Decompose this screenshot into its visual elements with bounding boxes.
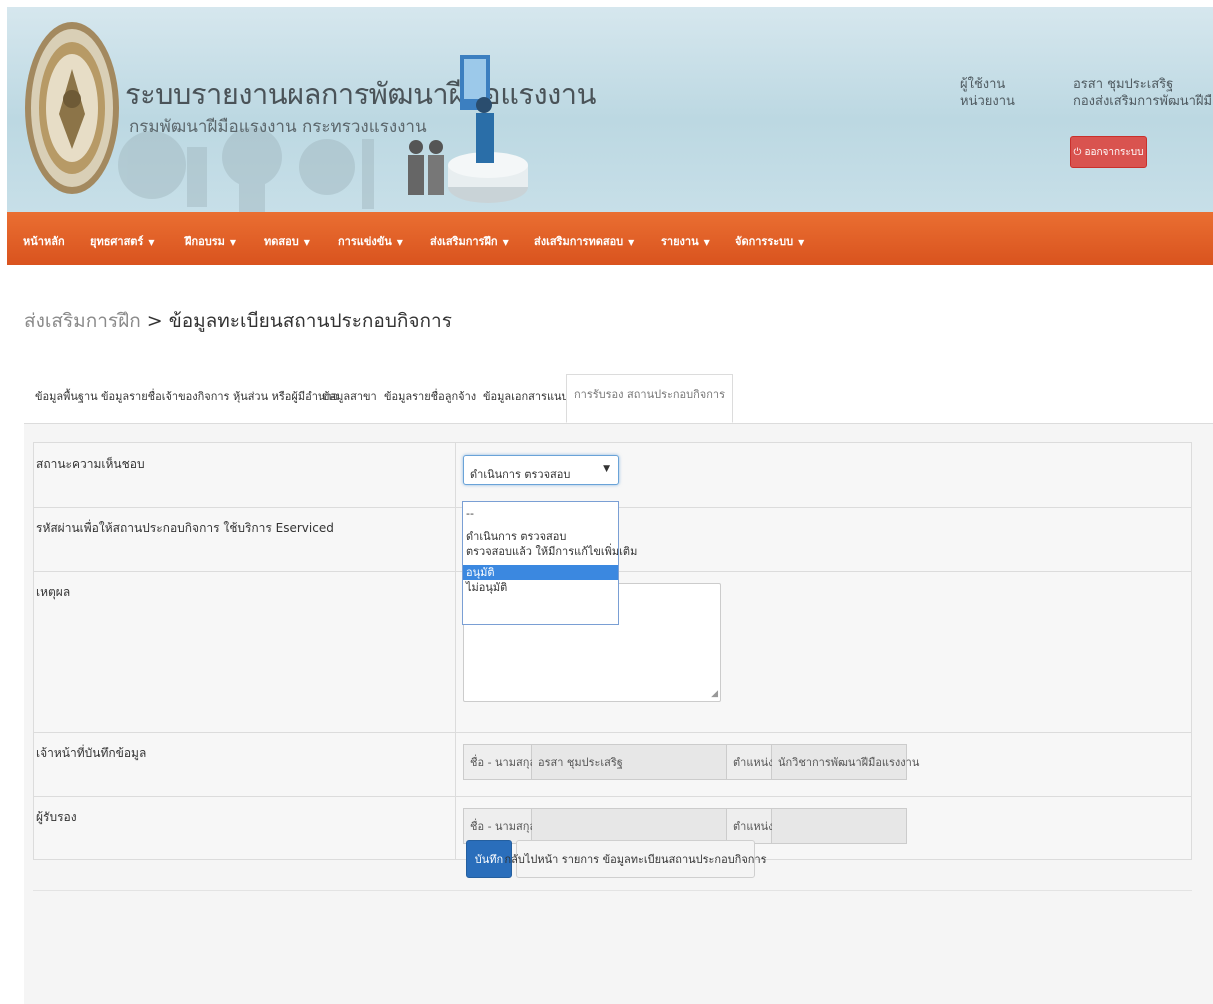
status-label: สถานะความเห็นชอบ bbox=[34, 443, 456, 507]
form-divider bbox=[33, 890, 1192, 891]
caret-down-icon: ▼ bbox=[148, 238, 155, 247]
caret-down-icon: ▼ bbox=[798, 238, 805, 247]
recorder-value-cell: ชื่อ - นามสกุล อรสา ชุมประเสริฐ ตำแหน่ง … bbox=[457, 732, 1191, 796]
certifier-name-addon: ชื่อ - นามสกุล bbox=[464, 809, 536, 843]
header-banner: ระบบรายงานผลการพัฒนาฝีมือแรงงาน กรมพัฒนา… bbox=[7, 7, 1213, 212]
caret-down-icon: ▼ bbox=[502, 238, 509, 247]
nav-item-competition[interactable]: การแข่งขัน ▼ bbox=[338, 232, 403, 250]
nav-item-testing-promotion[interactable]: ส่งเสริมการทดสอบ ▼ bbox=[534, 232, 634, 250]
department-seal-icon bbox=[25, 22, 119, 194]
status-option[interactable]: ตรวจสอบแล้ว ให้มีการแก้ไขเพิ่มเติม bbox=[463, 544, 637, 559]
recorder-name-addon: ชื่อ - นามสกุล bbox=[464, 745, 536, 779]
user-info-values: อรสา ชุมประเสริฐ กองส่งเสริมการพัฒนาฝีมื… bbox=[1073, 76, 1213, 110]
breadcrumb: ส่งเสริมการฝึก > ข้อมูลทะเบียนสถานประกอบ… bbox=[24, 306, 452, 336]
certifier-position-field bbox=[772, 809, 906, 843]
tab-employees[interactable]: ข้อมูลรายชื่อลูกจ้าง bbox=[384, 387, 476, 405]
nav-item-label: ส่งเสริมการฝึก bbox=[430, 235, 498, 248]
power-icon: ⏻ bbox=[1073, 146, 1082, 158]
user-name: อรสา ชุมประเสริฐ bbox=[1073, 77, 1174, 92]
tab-attachments[interactable]: ข้อมูลเอกสารแนบ bbox=[483, 387, 569, 405]
nav-item-label: ฝึกอบรม bbox=[185, 235, 225, 248]
nav-item-reports[interactable]: รายงาน ▼ bbox=[661, 232, 710, 250]
back-to-list-button[interactable]: กลับไปหน้า รายการ ข้อมูลทะเบียนสถานประกอ… bbox=[504, 840, 767, 878]
recorder-position-addon: ตำแหน่ง bbox=[727, 745, 774, 779]
caret-down-icon: ▼ bbox=[703, 238, 710, 247]
nav-item-label: จัดการระบบ bbox=[735, 235, 794, 248]
nav-item-label: ยุทธศาสตร์ bbox=[90, 235, 144, 248]
password-label: รหัสผ่านเพื่อให้สถานประกอบกิจการ ใช้บริก… bbox=[34, 507, 456, 571]
nav-item-label: ส่งเสริมการทดสอบ bbox=[534, 235, 624, 248]
nav-item-strategy[interactable]: ยุทธศาสตร์ ▼ bbox=[90, 232, 155, 250]
nav-item-home[interactable]: หน้าหลัก bbox=[23, 232, 65, 250]
caret-down-icon: ▼ bbox=[603, 464, 610, 474]
reason-label: เหตุผล bbox=[34, 571, 456, 732]
tab-branches[interactable]: ข้อมูลสาขา bbox=[322, 387, 377, 405]
recorder-name-field: อรสา ชุมประเสริฐ bbox=[532, 745, 727, 779]
form-row-status: สถานะความเห็นชอบ ดำเนินการ ตรวจสอบ ▼ bbox=[34, 443, 1191, 508]
status-option[interactable]: -- bbox=[463, 506, 618, 521]
logout-label: ออกจากระบบ bbox=[1084, 146, 1144, 158]
recorder-info-group: ชื่อ - นามสกุล อรสา ชุมประเสริฐ ตำแหน่ง … bbox=[463, 744, 919, 780]
caret-down-icon: ▼ bbox=[396, 238, 403, 247]
nav-item-label: รายงาน bbox=[661, 235, 699, 248]
status-option[interactable]: ดำเนินการ ตรวจสอบ bbox=[463, 529, 618, 544]
caret-down-icon: ▼ bbox=[303, 238, 310, 247]
tab-basic-info[interactable]: ข้อมูลพื้นฐาน bbox=[35, 387, 98, 405]
certifier-position-addon: ตำแหน่ง bbox=[727, 809, 774, 843]
tab-certification[interactable]: การรับรอง สถานประกอบกิจการ bbox=[566, 374, 733, 423]
presenter-illustration-icon bbox=[408, 55, 528, 203]
tab-bar: ข้อมูลพื้นฐาน ข้อมูลรายชื่อเจ้าของกิจการ… bbox=[24, 374, 1213, 424]
nav-item-testing[interactable]: ทดสอบ ▼ bbox=[264, 232, 310, 250]
resize-grip-icon[interactable]: ◢ bbox=[711, 689, 718, 699]
caret-down-icon: ▼ bbox=[628, 238, 635, 247]
nav-item-label: การแข่งขัน bbox=[338, 235, 392, 248]
status-dropdown-list: -- ดำเนินการ ตรวจสอบ ตรวจสอบแล้ว ให้มีกา… bbox=[462, 501, 637, 625]
nav-item-label: หน้าหลัก bbox=[23, 235, 65, 248]
main-navbar: หน้าหลัก ยุทธศาสตร์ ▼ ฝึกอบรม ▼ ทดสอบ ▼ การ… bbox=[7, 212, 1213, 265]
status-option[interactable]: ไม่อนุมัติ bbox=[463, 580, 618, 595]
certifier-info-group: ชื่อ - นามสกุล ตำแหน่ง bbox=[463, 808, 907, 844]
nav-item-training[interactable]: ฝึกอบรม ▼ bbox=[185, 232, 236, 250]
nav-item-training-promotion[interactable]: ส่งเสริมการฝึก ▼ bbox=[430, 232, 509, 250]
unit-name: กองส่งเสริมการพัฒนาฝีมือแรงงาน bbox=[1073, 94, 1213, 109]
breadcrumb-current: ข้อมูลทะเบียนสถานประกอบกิจการ bbox=[168, 310, 452, 332]
tab-owners[interactable]: ข้อมูลรายชื่อเจ้าของกิจการ หุ้นส่วน หรือ… bbox=[101, 387, 338, 405]
recorder-label: เจ้าหน้าที่บันทึกข้อมูล bbox=[34, 732, 456, 796]
status-value-cell: ดำเนินการ ตรวจสอบ ▼ bbox=[457, 443, 1191, 507]
app-subtitle: กรมพัฒนาฝีมือแรงงาน กระทรวงแรงงาน bbox=[129, 117, 427, 137]
nav-item-label: ทดสอบ bbox=[264, 235, 299, 248]
breadcrumb-parent[interactable]: ส่งเสริมการฝึก bbox=[24, 310, 141, 332]
recorder-position-field: นักวิชาการพัฒนาฝีมือแรงงาน bbox=[772, 745, 919, 779]
caret-down-icon: ▼ bbox=[229, 238, 237, 247]
user-label: ผู้ใช้งาน bbox=[960, 77, 1006, 92]
nav-item-system-admin[interactable]: จัดการระบบ ▼ bbox=[735, 232, 804, 250]
form-row-recorder: เจ้าหน้าที่บันทึกข้อมูล ชื่อ - นามสกุล อ… bbox=[34, 732, 1191, 797]
status-option-highlighted[interactable]: อนุมัติ bbox=[463, 565, 618, 580]
logout-button[interactable]: ⏻ ออกจากระบบ bbox=[1070, 136, 1147, 168]
certifier-label: ผู้รับรอง bbox=[34, 796, 456, 859]
status-select[interactable]: ดำเนินการ ตรวจสอบ ▼ bbox=[463, 455, 619, 485]
status-select-value: ดำเนินการ ตรวจสอบ bbox=[470, 468, 571, 481]
certifier-name-field bbox=[532, 809, 727, 843]
user-info-labels: ผู้ใช้งาน หน่วยงาน bbox=[960, 76, 1015, 110]
breadcrumb-separator: > bbox=[140, 310, 169, 332]
unit-label: หน่วยงาน bbox=[960, 94, 1015, 109]
